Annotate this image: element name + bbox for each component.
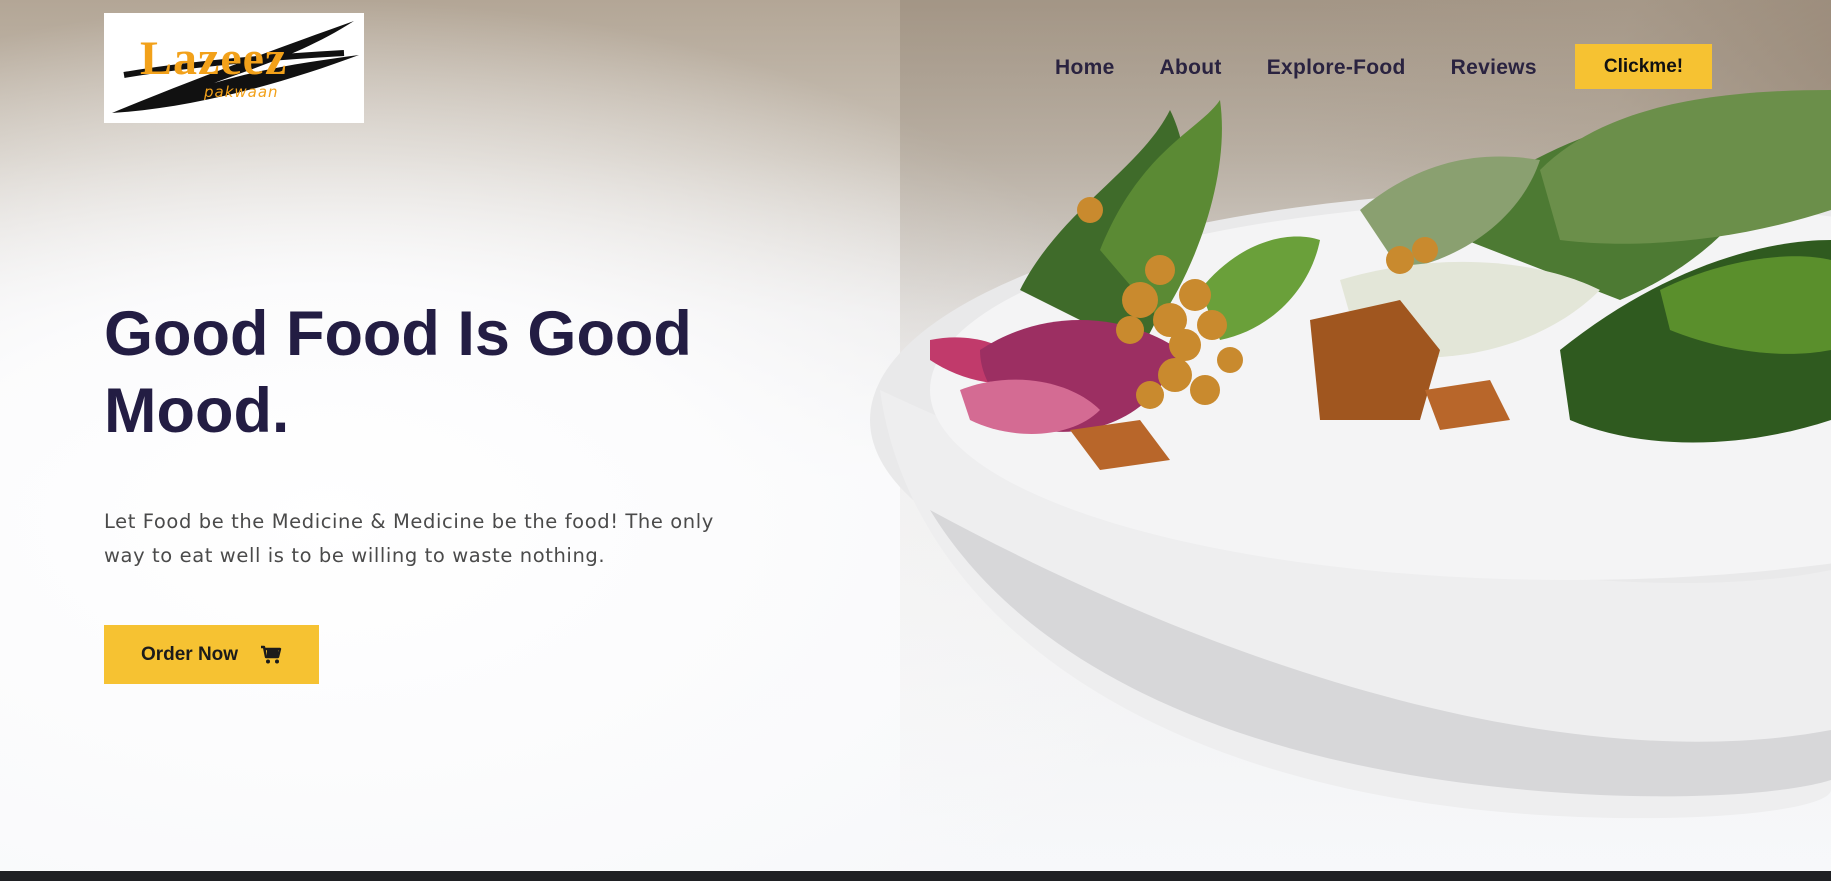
nav-link-home[interactable]: Home: [1055, 56, 1115, 80]
nav-link-about[interactable]: About: [1160, 56, 1222, 80]
hero-description: Let Food be the Medicine & Medicine be t…: [104, 510, 714, 567]
shopping-cart-icon: [261, 645, 282, 663]
brand-tagline: pakwaan: [204, 83, 279, 101]
nav-link-reviews[interactable]: Reviews: [1451, 56, 1537, 80]
site-logo[interactable]: Lazeez pakwaan: [104, 13, 364, 123]
order-now-label: Order Now: [140, 643, 239, 665]
hero-headline: Good Food Is Good Mood.: [104, 299, 692, 446]
main-nav: Home About Explore-Food Reviews: [1055, 56, 1537, 80]
clickme-button[interactable]: Clickme!: [1575, 44, 1712, 89]
order-now-button[interactable]: Order Now: [104, 625, 319, 684]
brand-name: Lazeez: [140, 32, 288, 85]
bottom-bar: [0, 871, 1831, 881]
salad-bowl-image: [870, 90, 1831, 819]
nav-link-explore-food[interactable]: Explore-Food: [1267, 56, 1406, 80]
